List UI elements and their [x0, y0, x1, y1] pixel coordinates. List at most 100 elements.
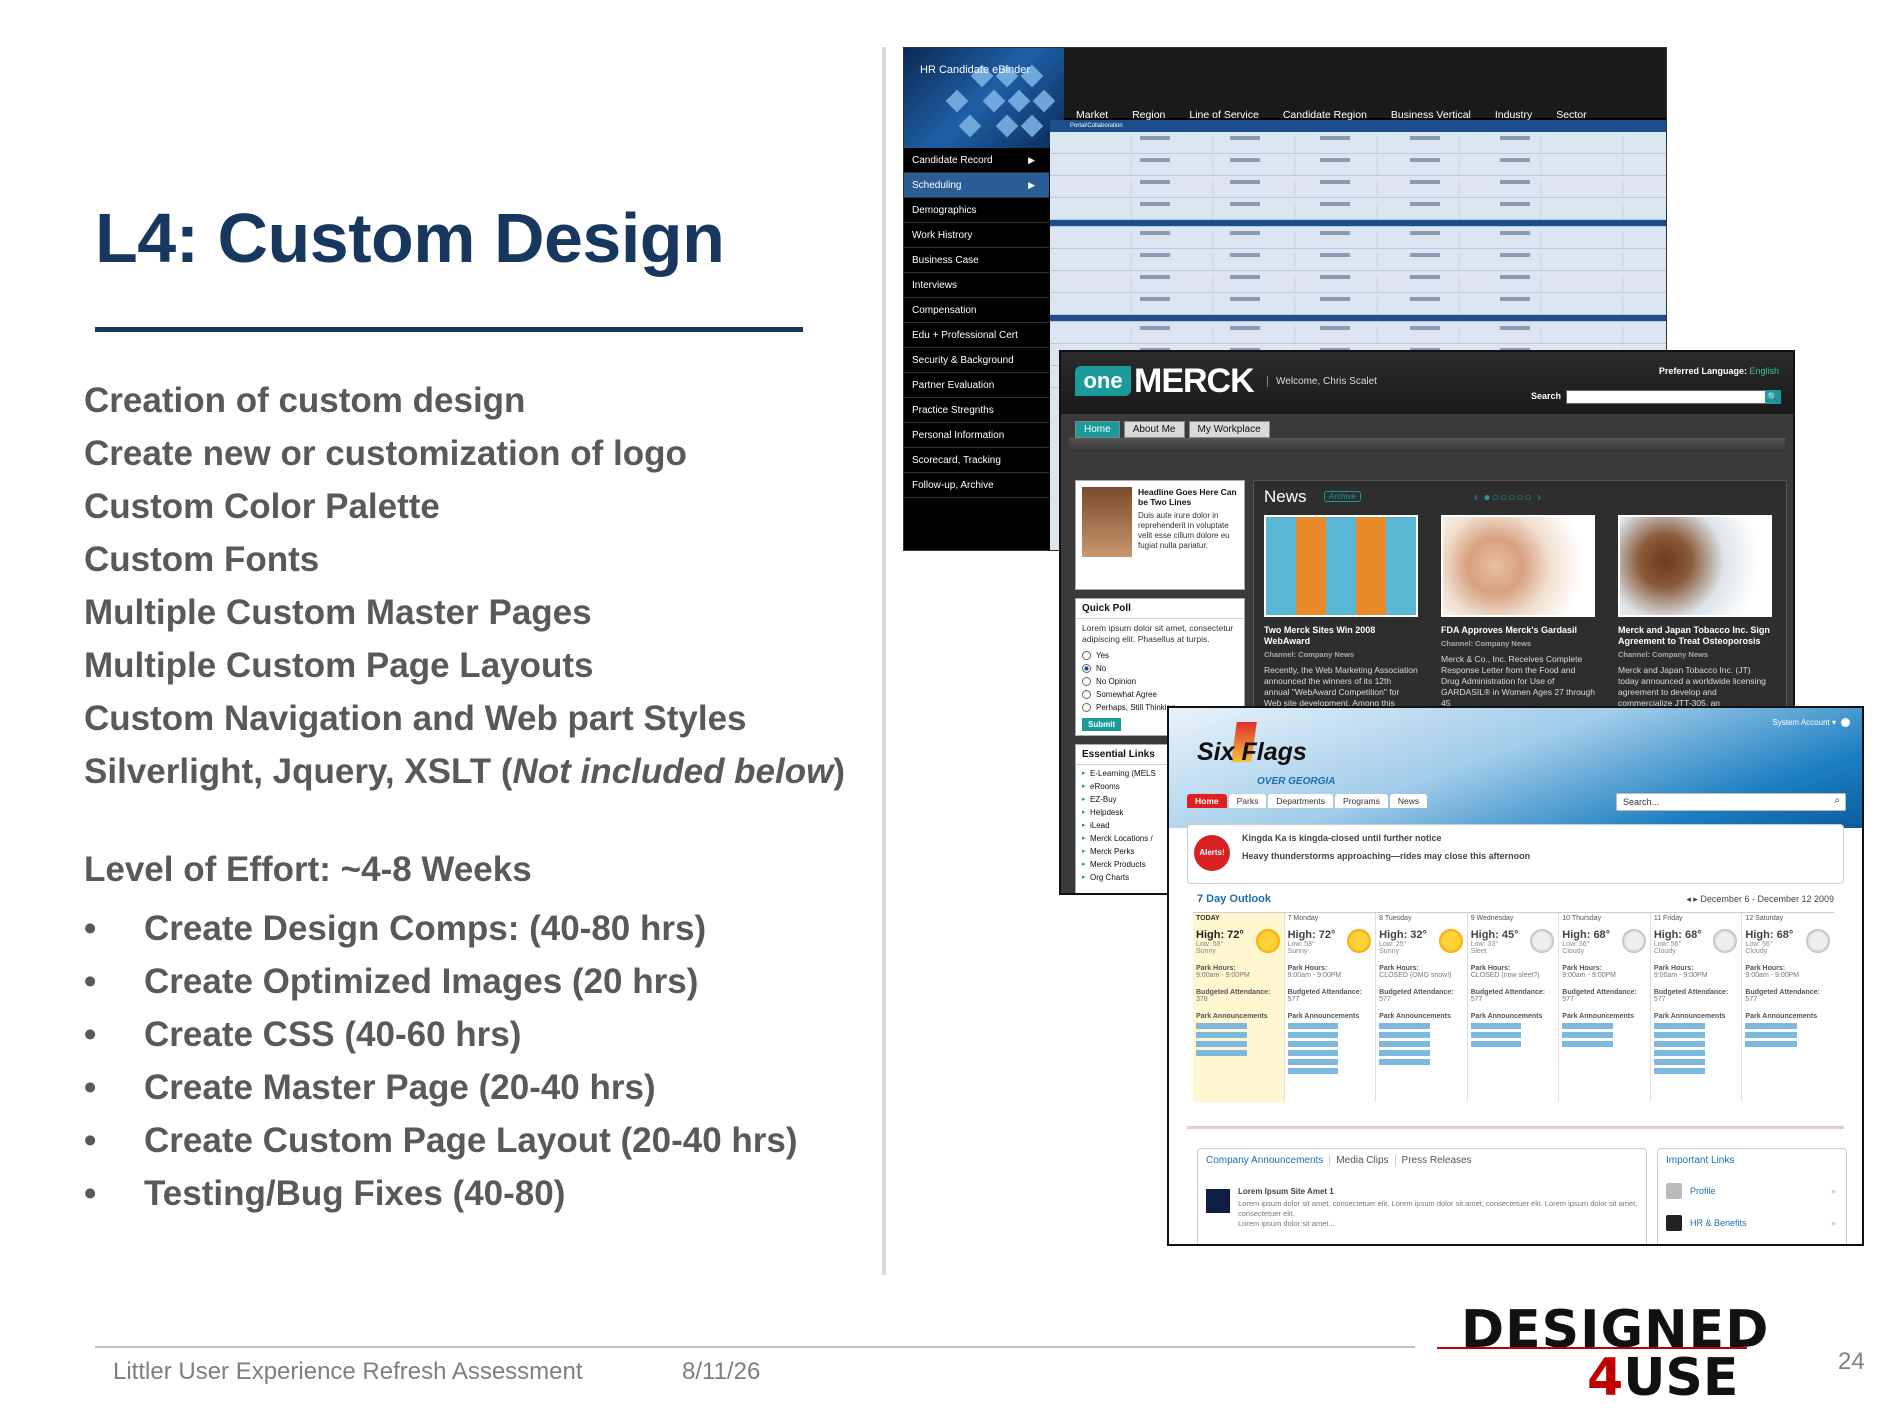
- alert-item[interactable]: Kingda Ka is kingda-closed until further…: [1242, 833, 1442, 843]
- merck-welcome: Welcome, Chris Scalet: [1267, 376, 1377, 387]
- sidebar-item[interactable]: Scorecard, Tracking: [904, 448, 1049, 473]
- news-item[interactable]: FDA Approves Merck's Gardasil Channel: C…: [1441, 515, 1595, 709]
- sidebar-item[interactable]: Demographics: [904, 198, 1049, 223]
- bullet: •: [84, 1068, 97, 1107]
- news-body: Merck & Co., Inc. Receives Complete Resp…: [1441, 654, 1595, 708]
- section-divider: [1187, 1126, 1844, 1129]
- sidebar-item[interactable]: Candidate Record ▶: [904, 148, 1049, 173]
- tab-programs[interactable]: Programs: [1335, 794, 1388, 808]
- sidebar-item[interactable]: Business Case: [904, 248, 1049, 273]
- grid-band: [1050, 315, 1666, 322]
- profile-icon: [1666, 1183, 1682, 1199]
- task-label: Create Optimized Images (20 hrs): [144, 962, 699, 1001]
- poll-submit-button[interactable]: Submit: [1082, 718, 1122, 731]
- radio-icon: [1082, 690, 1091, 699]
- footer-title: Littler User Experience Refresh Assessme…: [113, 1358, 583, 1385]
- task-list: • Create Design Comps: (40-80 hrs) • Creat…: [84, 902, 798, 1220]
- merck-header: one MERCK Welcome, Chris Scalet Preferre…: [1061, 352, 1793, 414]
- important-links-title: Important Links: [1666, 1155, 1735, 1166]
- grid-row: [1050, 275, 1666, 293]
- news-pager[interactable]: ‹ ●○○○○○ ›: [1474, 490, 1542, 504]
- tab-press-releases[interactable]: Press Releases: [1402, 1155, 1472, 1166]
- help-icon[interactable]: [1841, 718, 1850, 727]
- grid-band: [1050, 220, 1666, 227]
- poll-title: Quick Poll: [1076, 599, 1244, 619]
- tab-departments[interactable]: Departments: [1268, 794, 1334, 808]
- search-input[interactable]: [1566, 390, 1781, 404]
- search-input[interactable]: Search... ⌕: [1616, 793, 1846, 811]
- radio-selected-icon: [1082, 664, 1091, 673]
- preferred-language: Preferred Language: English: [1659, 366, 1779, 376]
- ebinder-sidebar: Candidate Record ▶ Scheduling ▶ Demographi…: [904, 148, 1049, 550]
- feature-item: Custom Color Palette: [84, 487, 440, 526]
- vertical-divider: [882, 47, 886, 1275]
- sidebar-item[interactable]: Work Histrory: [904, 223, 1049, 248]
- sun-icon: [1255, 929, 1280, 953]
- sidebar-item[interactable]: Partner Evaluation: [904, 373, 1049, 398]
- nav-my-workplace[interactable]: My Workplace: [1188, 421, 1270, 438]
- tab-news[interactable]: News: [1389, 794, 1428, 808]
- announcement-title[interactable]: Lorem Ipsum Site Amet 1: [1238, 1187, 1334, 1196]
- sidebar-item-selected[interactable]: Scheduling ▶: [904, 173, 1049, 198]
- sidebar-item[interactable]: Practice Stregnths: [904, 398, 1049, 423]
- news-title: News: [1264, 487, 1307, 506]
- task-label: Create Custom Page Layout (20-40 hrs): [144, 1121, 798, 1160]
- tech-prefix: Silverlight, Jquery, XSLT (: [84, 752, 513, 791]
- designed4use-logo: DESIGNED 4USE: [1437, 1300, 1768, 1408]
- announcement-thumbnail: [1206, 1189, 1230, 1213]
- system-account-menu[interactable]: System Account ▾: [1772, 718, 1836, 727]
- news-headline: Two Merck Sites Win 2008 WebAward: [1264, 625, 1376, 646]
- feature-item: Creation of custom design: [84, 381, 526, 420]
- announcement-links[interactable]: [1196, 1023, 1247, 1029]
- forecast-day: TODAY High: 72° Low: 58° Sunny Park Hour…: [1193, 913, 1285, 1102]
- sidebar-item[interactable]: Edu + Professional Cert: [904, 323, 1049, 348]
- forecast-grid: TODAY High: 72° Low: 58° Sunny Park Hour…: [1193, 912, 1834, 1102]
- grid-row: [1050, 202, 1666, 220]
- link-profile[interactable]: Profile»: [1666, 1183, 1836, 1199]
- search-icon[interactable]: 🔍: [1765, 390, 1781, 404]
- tab-company-announcements[interactable]: Company Announcements: [1206, 1155, 1331, 1166]
- task-item: • Create Optimized Images (20 hrs): [84, 955, 798, 1008]
- nav-home[interactable]: Home: [1075, 421, 1120, 438]
- footer-rule: [95, 1346, 1415, 1348]
- nav-about-me[interactable]: About Me: [1123, 421, 1185, 438]
- level-of-effort: Level of Effort: ~4-8 Weeks: [84, 850, 532, 889]
- pref-value[interactable]: English: [1749, 366, 1779, 376]
- poll-option[interactable]: Yes: [1082, 649, 1238, 662]
- sidebar-item[interactable]: Interviews: [904, 273, 1049, 298]
- link-hr-benefits[interactable]: HR & Benefits»: [1666, 1215, 1836, 1231]
- merck-subbar: [1069, 438, 1785, 452]
- news-item[interactable]: Merck and Japan Tobacco Inc. Sign Agreem…: [1618, 515, 1772, 709]
- sidebar-item[interactable]: Follow-up, Archive: [904, 473, 1049, 498]
- news-item[interactable]: Two Merck Sites Win 2008 WebAward Channe…: [1264, 515, 1418, 720]
- poll-option[interactable]: No: [1082, 662, 1238, 675]
- bullet: •: [84, 1121, 97, 1160]
- title-underline: [95, 327, 803, 332]
- important-links: Important Links Profile» HR & Benefits»: [1657, 1148, 1847, 1244]
- sidebar-item[interactable]: Personal Information: [904, 423, 1049, 448]
- sidebar-item[interactable]: Compensation: [904, 298, 1049, 323]
- news-channel: Channel: Company News: [1441, 639, 1532, 648]
- sidebar-item[interactable]: Security & Background: [904, 348, 1049, 373]
- tab-parks[interactable]: Parks: [1228, 794, 1267, 808]
- sun-icon: [1347, 929, 1372, 953]
- outlook-date-range[interactable]: ◂ ▸ December 6 - December 12 2009: [1686, 894, 1834, 905]
- people-icon: [1666, 1215, 1682, 1231]
- merck-logo-text: MERCK: [1134, 362, 1255, 400]
- poll-option[interactable]: Somewhat Agree: [1082, 688, 1238, 701]
- task-item: • Create Design Comps: (40-80 hrs): [84, 902, 798, 955]
- announcement-tabs: Company Announcements Media Clips Press Re…: [1198, 1149, 1646, 1172]
- task-label: Create Design Comps: (40-80 hrs): [144, 909, 707, 948]
- news-headline: FDA Approves Merck's Gardasil: [1441, 625, 1578, 635]
- news-archive-link[interactable]: Archive: [1324, 491, 1361, 502]
- sun-icon: [1438, 929, 1463, 953]
- poll-option[interactable]: No Opinion: [1082, 675, 1238, 688]
- search-icon[interactable]: ⌕: [1834, 795, 1840, 806]
- tab-media-clips[interactable]: Media Clips: [1336, 1155, 1396, 1166]
- company-announcements: Company Announcements Media Clips Press Re…: [1197, 1148, 1647, 1244]
- task-item: • Create CSS (40-60 hrs): [84, 1008, 798, 1061]
- news-channel: Channel: Company News: [1264, 650, 1355, 659]
- tab-home[interactable]: Home: [1187, 794, 1227, 808]
- alert-item[interactable]: Heavy thunderstorms approaching—rides ma…: [1242, 851, 1530, 861]
- chevron-right-icon: »: [1830, 1186, 1836, 1196]
